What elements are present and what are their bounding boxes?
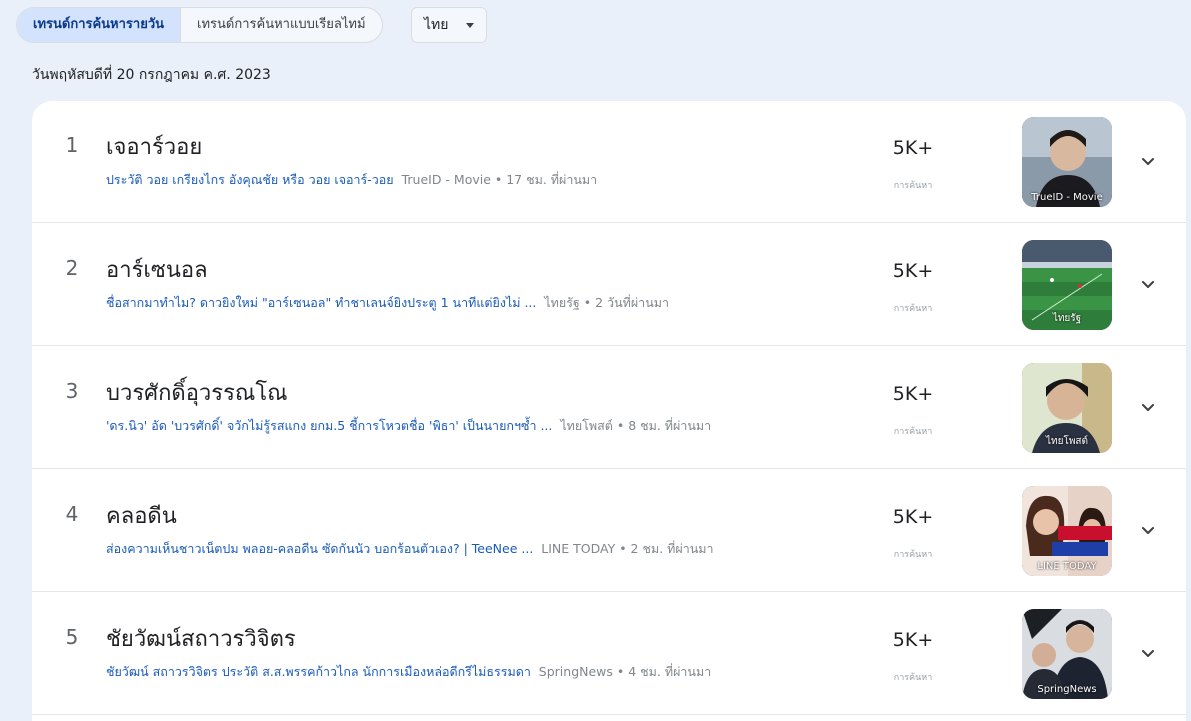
trend-article-line: ส่องความเห็นชาวเน็ตปม พลอย-คลอดีน ซัดกัน…: [106, 539, 846, 559]
trend-thumbnail[interactable]: TrueID - Movie: [1022, 117, 1112, 207]
trend-title[interactable]: บวรศักดิ์อุวรรณโณ: [106, 375, 288, 410]
top-bar: เทรนด์การค้นหารายวัน เทรนด์การค้นหาแบบเร…: [0, 0, 1191, 52]
caret-down-icon: [466, 23, 474, 28]
trend-row[interactable]: 3 บวรศักดิ์อุวรรณโณ 'ดร.นิว' อัด 'บวรศัก…: [32, 347, 1186, 469]
chevron-down-icon[interactable]: [1136, 272, 1160, 296]
trend-title[interactable]: คลอดีน: [106, 498, 177, 533]
thumbnail-source: ไทยโพสต์: [1045, 436, 1089, 447]
thumbnail-source: LINE TODAY: [1037, 561, 1097, 572]
trend-article-line: 'ดร.นิว' อัด 'บวรศักดิ์' จวักไม่รู้รสแกง…: [106, 416, 846, 436]
trend-article-line: ชัยวัฒน์ สถาวรวิจิตร ประวัติ ส.ส.พรรคก้า…: [106, 662, 846, 682]
trend-article-line: ประวัติ วอย เกรียงไกร อังคุณชัย หรือ วอย…: [106, 170, 846, 190]
trend-row[interactable]: 5 ชัยวัฒน์สถาวรวิจิตร ชัยวัฒน์ สถาวรวิจิ…: [32, 593, 1186, 715]
trend-row[interactable]: 2 อาร์เซนอล ชื่อสากมาทำไม? ดาวยิงใหม่ "อ…: [32, 224, 1186, 346]
trend-rank: 1: [65, 133, 79, 157]
search-count: 5K+: [892, 260, 934, 282]
date-heading: วันพฤหัสบดีที่ 20 กรกฎาคม ค.ศ. 2023: [32, 67, 271, 83]
tab-realtime-trends[interactable]: เทรนด์การค้นหาแบบเรียลไทม์: [180, 8, 382, 42]
trend-row[interactable]: 4 คลอดีน ส่องความเห็นชาวเน็ตปม พลอย-คลอด…: [32, 470, 1186, 592]
trend-rank: 2: [65, 256, 79, 280]
search-count: 5K+: [892, 629, 934, 651]
language-selected-value: ไทย: [424, 17, 449, 33]
chevron-down-icon[interactable]: [1136, 149, 1160, 173]
trend-title[interactable]: ชัยวัฒน์สถาวรวิจิตร: [106, 621, 296, 656]
search-count-label: การค้นหา: [893, 181, 933, 191]
trend-title[interactable]: เจอาร์วอย: [106, 129, 202, 164]
trend-thumbnail[interactable]: ไทยโพสต์: [1022, 363, 1112, 453]
thumbnail-source: TrueID - Movie: [1031, 192, 1103, 203]
trend-article-meta: SpringNews • 4 ชม. ที่ผ่านมา: [538, 664, 712, 679]
search-count-label: การค้นหา: [893, 673, 933, 683]
search-count-label: การค้นหา: [893, 550, 933, 560]
thumbnail-source: SpringNews: [1037, 684, 1097, 695]
search-count: 5K+: [892, 383, 934, 405]
trend-article-meta: ไทยโพสต์ • 8 ชม. ที่ผ่านมา: [560, 418, 712, 433]
language-select[interactable]: ไทย: [411, 7, 487, 43]
trend-article-link[interactable]: ชื่อสากมาทำไม? ดาวยิงใหม่ "อาร์เซนอล" ทำ…: [106, 295, 536, 310]
trend-row[interactable]: 1 เจอาร์วอย ประวัติ วอย เกรียงไกร อังคุณ…: [32, 101, 1186, 223]
tab-daily-trends[interactable]: เทรนด์การค้นหารายวัน: [17, 8, 181, 42]
search-count: 5K+: [892, 506, 934, 528]
trend-thumbnail[interactable]: SpringNews: [1022, 609, 1112, 699]
trend-type-toggle: เทรนด์การค้นหารายวัน เทรนด์การค้นหาแบบเร…: [16, 7, 383, 43]
chevron-down-icon[interactable]: [1136, 395, 1160, 419]
trend-article-link[interactable]: ชัยวัฒน์ สถาวรวิจิตร ประวัติ ส.ส.พรรคก้า…: [106, 664, 531, 679]
trend-article-meta: ไทยรัฐ • 2 วันที่ผ่านมา: [544, 295, 670, 310]
chevron-down-icon[interactable]: [1136, 641, 1160, 665]
search-count-label: การค้นหา: [893, 427, 933, 437]
thumbnail-source: ไทยรัฐ: [1052, 313, 1082, 324]
chevron-down-icon[interactable]: [1136, 518, 1160, 542]
trend-thumbnail[interactable]: LINE TODAY: [1022, 486, 1112, 576]
trend-rank: 3: [65, 379, 79, 403]
trend-article-meta: TrueID - Movie • 17 ชม. ที่ผ่านมา: [401, 172, 598, 187]
trend-thumbnail[interactable]: ไทยรัฐ: [1022, 240, 1112, 330]
trend-title[interactable]: อาร์เซนอล: [106, 252, 208, 287]
search-count-label: การค้นหา: [893, 304, 933, 314]
trend-article-line: ชื่อสากมาทำไม? ดาวยิงใหม่ "อาร์เซนอล" ทำ…: [106, 293, 846, 313]
trend-rank: 4: [65, 502, 79, 526]
trends-list: 1 เจอาร์วอย ประวัติ วอย เกรียงไกร อังคุณ…: [32, 101, 1186, 721]
search-count: 5K+: [892, 137, 934, 159]
trend-article-link[interactable]: ประวัติ วอย เกรียงไกร อังคุณชัย หรือ วอย…: [106, 172, 394, 187]
trend-article-link[interactable]: 'ดร.นิว' อัด 'บวรศักดิ์' จวักไม่รู้รสแกง…: [106, 418, 552, 433]
trend-article-link[interactable]: ส่องความเห็นชาวเน็ตปม พลอย-คลอดีน ซัดกัน…: [106, 541, 533, 556]
trend-rank: 5: [65, 625, 79, 649]
trend-article-meta: LINE TODAY • 2 ชม. ที่ผ่านมา: [541, 541, 714, 556]
